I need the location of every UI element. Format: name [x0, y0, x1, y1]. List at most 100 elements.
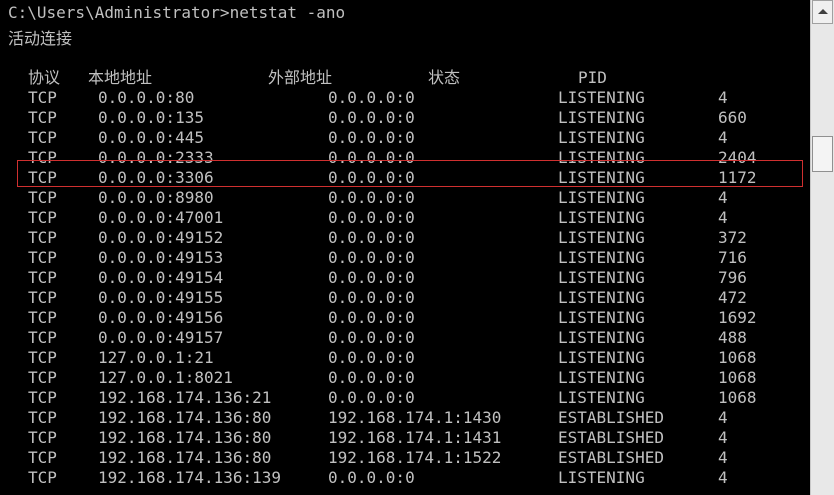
- connection-row: TCP 127.0.0.1:8021 0.0.0.0:0 LISTENING 1…: [8, 368, 808, 388]
- cell-proto: TCP: [28, 248, 57, 267]
- cell-foreign-address: 0.0.0.0:0: [328, 88, 415, 107]
- cell-proto: TCP: [28, 348, 57, 367]
- cell-state: LISTENING: [558, 188, 645, 207]
- cell-state: LISTENING: [558, 228, 645, 247]
- cell-state: LISTENING: [558, 348, 645, 367]
- cell-local-address: 127.0.0.1:8021: [98, 368, 233, 387]
- cell-foreign-address: 0.0.0.0:0: [328, 468, 415, 487]
- scroll-thumb[interactable]: [812, 136, 833, 172]
- cell-local-address: 0.0.0.0:2333: [98, 148, 214, 167]
- cell-foreign-address: 0.0.0.0:0: [328, 148, 415, 167]
- cell-pid: 660: [718, 108, 747, 127]
- cell-state: LISTENING: [558, 108, 645, 127]
- cell-foreign-address: 0.0.0.0:0: [328, 268, 415, 287]
- cell-state: LISTENING: [558, 288, 645, 307]
- cell-proto: TCP: [28, 308, 57, 327]
- cell-foreign-address: 0.0.0.0:0: [328, 368, 415, 387]
- connection-row: TCP 192.168.174.136:80 192.168.174.1:143…: [8, 428, 808, 448]
- cell-local-address: 0.0.0.0:445: [98, 128, 204, 147]
- cell-proto: TCP: [28, 268, 57, 287]
- console-output: C:\Users\Administrator>netstat -ano 活动连接…: [8, 3, 808, 495]
- header-state: 状态: [428, 68, 461, 87]
- cell-pid: 4: [718, 468, 728, 487]
- cell-state: LISTENING: [558, 368, 645, 387]
- section-title-text: 活动连接: [8, 29, 73, 48]
- cell-local-address: 192.168.174.136:21: [98, 388, 272, 407]
- cell-foreign-address: 0.0.0.0:0: [328, 108, 415, 127]
- cell-state: LISTENING: [558, 148, 645, 167]
- cell-proto: TCP: [28, 448, 57, 467]
- cell-local-address: 0.0.0.0:49153: [98, 248, 224, 267]
- cell-state: LISTENING: [558, 128, 645, 147]
- cell-proto: TCP: [28, 188, 57, 207]
- cell-state: ESTABLISHED: [558, 408, 664, 427]
- cell-state: LISTENING: [558, 468, 645, 487]
- connection-row: TCP 0.0.0.0:3306 0.0.0.0:0 LISTENING 117…: [8, 168, 808, 188]
- cell-foreign-address: 0.0.0.0:0: [328, 208, 415, 227]
- cell-foreign-address: 0.0.0.0:0: [328, 348, 415, 367]
- cell-pid: 4: [718, 428, 728, 447]
- cell-state: ESTABLISHED: [558, 428, 664, 447]
- cell-proto: TCP: [28, 468, 57, 487]
- cell-pid: 1172: [718, 168, 757, 187]
- section-title: 活动连接: [8, 28, 808, 50]
- connection-row: TCP 0.0.0.0:49155 0.0.0.0:0 LISTENING 47…: [8, 288, 808, 308]
- cell-foreign-address: 0.0.0.0:0: [328, 388, 415, 407]
- cell-proto: TCP: [28, 108, 57, 127]
- cell-proto: TCP: [28, 128, 57, 147]
- cell-local-address: 127.0.0.1:21: [98, 348, 214, 367]
- cell-state: LISTENING: [558, 328, 645, 347]
- cell-pid: 1068: [718, 368, 757, 387]
- cell-pid: 472: [718, 288, 747, 307]
- connection-row: TCP 0.0.0.0:135 0.0.0.0:0 LISTENING 660: [8, 108, 808, 128]
- cell-proto: TCP: [28, 328, 57, 347]
- connection-row: TCP 0.0.0.0:49156 0.0.0.0:0 LISTENING 16…: [8, 308, 808, 328]
- console-window: C:\Users\Administrator>netstat -ano 活动连接…: [0, 0, 834, 495]
- cell-state: LISTENING: [558, 268, 645, 287]
- cell-foreign-address: 0.0.0.0:0: [328, 328, 415, 347]
- cell-pid: 4: [718, 408, 728, 427]
- cell-local-address: 0.0.0.0:3306: [98, 168, 214, 187]
- cell-state: LISTENING: [558, 88, 645, 107]
- connection-row: TCP 192.168.174.136:80 192.168.174.1:152…: [8, 448, 808, 468]
- scroll-up-arrow-icon[interactable]: [812, 0, 833, 24]
- cell-pid: 4: [718, 448, 728, 467]
- header-foreign-address: 外部地址: [268, 68, 333, 87]
- cell-proto: TCP: [28, 148, 57, 167]
- connection-row: TCP 0.0.0.0:49152 0.0.0.0:0 LISTENING 37…: [8, 228, 808, 248]
- cell-proto: TCP: [28, 408, 57, 427]
- cell-foreign-address: 0.0.0.0:0: [328, 168, 415, 187]
- cell-local-address: 0.0.0.0:49154: [98, 268, 224, 287]
- cell-pid: 4: [718, 188, 728, 207]
- header-proto: 协议: [28, 68, 61, 87]
- vertical-scrollbar[interactable]: [810, 0, 834, 495]
- connection-row: TCP 0.0.0.0:80 0.0.0.0:0 LISTENING 4: [8, 88, 808, 108]
- connection-rows: TCP 0.0.0.0:80 0.0.0.0:0 LISTENING 4 TCP…: [8, 88, 808, 488]
- command-prompt-line: C:\Users\Administrator>netstat -ano: [8, 3, 808, 23]
- cell-state: LISTENING: [558, 208, 645, 227]
- cell-pid: 4: [718, 128, 728, 147]
- cell-local-address: 192.168.174.136:80: [98, 408, 272, 427]
- cell-local-address: 0.0.0.0:49156: [98, 308, 224, 327]
- cell-proto: TCP: [28, 288, 57, 307]
- connection-row: TCP 192.168.174.136:80 192.168.174.1:143…: [8, 408, 808, 428]
- connection-row: TCP 0.0.0.0:8980 0.0.0.0:0 LISTENING 4: [8, 188, 808, 208]
- cell-local-address: 0.0.0.0:8980: [98, 188, 214, 207]
- cell-pid: 796: [718, 268, 747, 287]
- cell-local-address: 0.0.0.0:135: [98, 108, 204, 127]
- connection-row: TCP 0.0.0.0:49157 0.0.0.0:0 LISTENING 48…: [8, 328, 808, 348]
- cell-pid: 716: [718, 248, 747, 267]
- cell-foreign-address: 192.168.174.1:1430: [328, 408, 502, 427]
- cell-pid: 1068: [718, 348, 757, 367]
- cell-state: LISTENING: [558, 248, 645, 267]
- cell-foreign-address: 0.0.0.0:0: [328, 228, 415, 247]
- cell-local-address: 0.0.0.0:47001: [98, 208, 224, 227]
- cell-local-address: 192.168.174.136:80: [98, 428, 272, 447]
- cell-proto: TCP: [28, 428, 57, 447]
- cell-foreign-address: 0.0.0.0:0: [328, 248, 415, 267]
- header-local-address: 本地地址: [88, 68, 153, 87]
- cell-pid: 2404: [718, 148, 757, 167]
- connection-row: TCP 192.168.174.136:21 0.0.0.0:0 LISTENI…: [8, 388, 808, 408]
- connection-row-highlighted: TCP 0.0.0.0:2333 0.0.0.0:0 LISTENING 240…: [8, 148, 808, 168]
- connection-row: TCP 0.0.0.0:49153 0.0.0.0:0 LISTENING 71…: [8, 248, 808, 268]
